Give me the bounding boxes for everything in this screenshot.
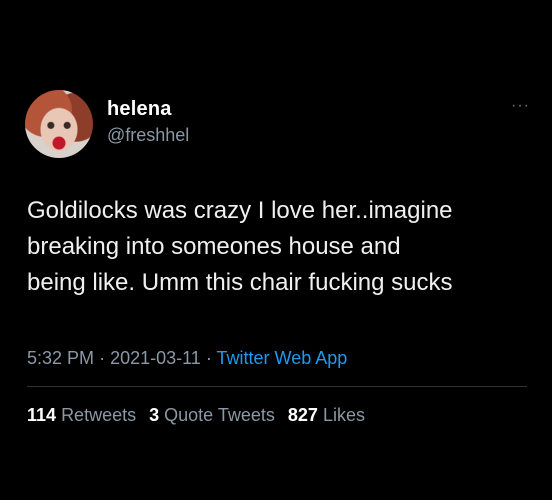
avatar[interactable]: [25, 90, 93, 158]
tweet-text-line: breaking into someones house and: [27, 233, 401, 260]
author-handle[interactable]: @freshhel: [107, 125, 189, 146]
likes-label: Likes: [322, 405, 365, 425]
likes-count: 827: [287, 405, 318, 425]
ellipsis-icon[interactable]: ···: [511, 98, 530, 114]
meta-separator: ·: [205, 348, 212, 368]
likes-stat[interactable]: 827 Likes: [288, 405, 365, 425]
meta-separator: ·: [99, 348, 106, 368]
author-name[interactable]: helena: [107, 98, 172, 121]
retweets-stat[interactable]: 114 Retweets: [27, 405, 136, 425]
divider: [27, 386, 527, 387]
tweet-text-line: being like. Umm this chair fucking sucks: [27, 269, 453, 296]
quote-tweets-count: 3: [149, 405, 160, 425]
tweet-meta: 5:32 PM · 2021-03-11 · Twitter Web App: [27, 348, 347, 369]
retweets-count: 114: [27, 405, 57, 425]
retweets-label: Retweets: [61, 405, 137, 425]
tweet-date[interactable]: 2021-03-11: [110, 348, 201, 368]
quote-tweets-label: Quote Tweets: [164, 405, 275, 425]
tweet-time[interactable]: 5:32 PM: [27, 348, 94, 368]
source-app-link[interactable]: Twitter Web App: [217, 348, 348, 368]
tweet-text: Goldilocks was crazy I love her..imagine…: [27, 193, 537, 301]
quote-tweets-stat[interactable]: 3 Quote Tweets: [149, 405, 275, 425]
tweet-text-line: Goldilocks was crazy I love her..imagine: [27, 197, 453, 224]
tweet-stats: 114 Retweets 3 Quote Tweets 827 Likes: [27, 405, 373, 426]
tweet-card: helena @freshhel ··· Goldilocks was craz…: [0, 0, 552, 500]
